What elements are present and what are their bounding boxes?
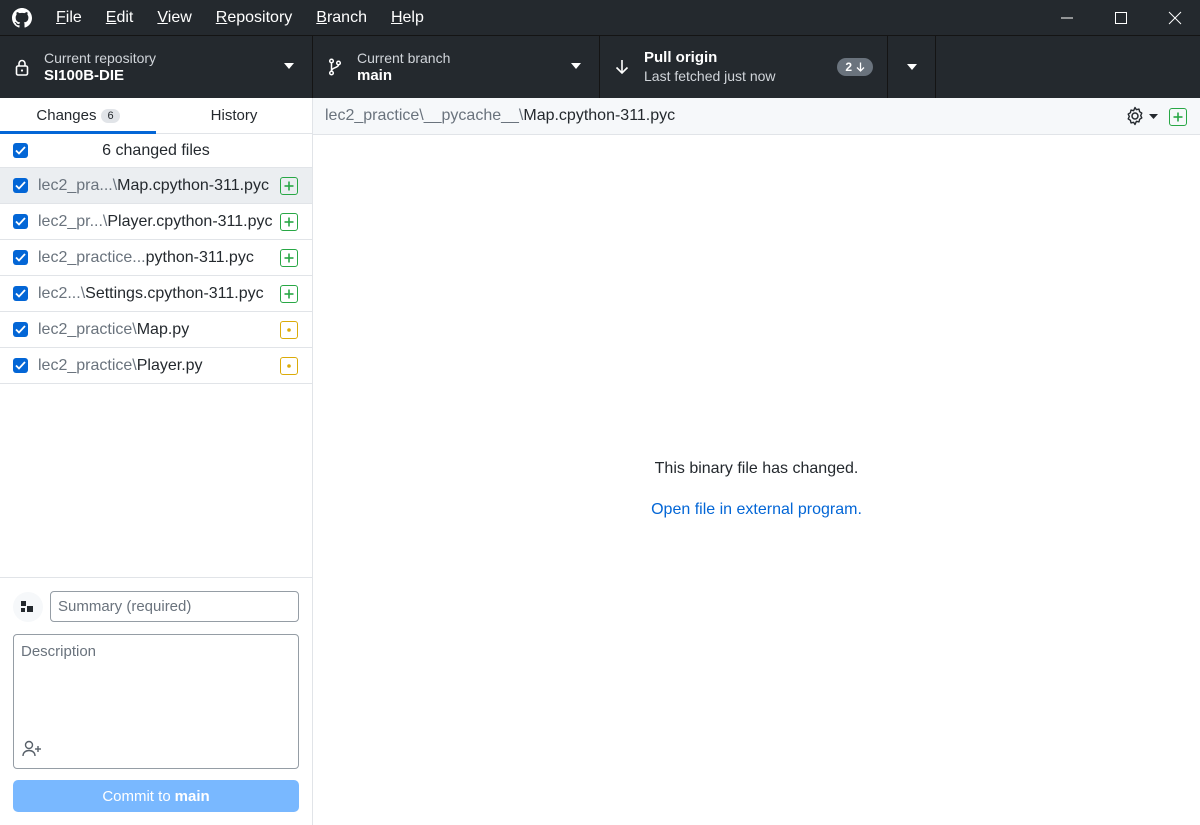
commit-button[interactable]: Commit to main (13, 780, 299, 812)
commit-description-box (13, 634, 299, 769)
file-added-icon (280, 176, 298, 195)
branch-label: Current branch (357, 50, 451, 66)
repository-label: Current repository (44, 50, 157, 66)
file-added-icon (280, 248, 298, 267)
close-button[interactable] (1150, 0, 1200, 35)
identicon-icon (21, 601, 33, 612)
checkmark-icon (15, 181, 26, 190)
commit-button-prefix: Commit to (102, 787, 171, 805)
commit-button-branch: main (174, 787, 210, 805)
file-modified-icon (280, 356, 298, 375)
file-path: lec2_pra...\Map.cpython-311.pyc (38, 176, 269, 194)
file-row[interactable]: lec2...\Settings.cpython-311.pyc (0, 276, 312, 312)
file-row[interactable]: lec2_practice...python-311.pyc (0, 240, 312, 276)
file-checkbox[interactable] (13, 286, 28, 301)
file-path: lec2_pr...\Player.cpython-311.pyc (38, 212, 273, 230)
github-logo-icon (0, 0, 44, 35)
current-branch-dropdown[interactable]: Current branch main (313, 36, 600, 98)
checkmark-icon (15, 289, 26, 298)
last-fetched-text: Last fetched just now (644, 68, 776, 84)
maximize-button[interactable] (1096, 0, 1146, 35)
menu-view[interactable]: View (145, 0, 203, 35)
file-added-icon (280, 284, 298, 303)
checkmark-icon (15, 217, 26, 226)
close-icon (1168, 11, 1182, 24)
avatar (13, 592, 43, 622)
commit-description-input[interactable] (14, 635, 298, 735)
add-coauthor-button[interactable] (20, 738, 44, 760)
caret-down-icon (1149, 113, 1158, 119)
file-row[interactable]: lec2_pr...\Player.cpython-311.pyc (0, 204, 312, 240)
file-path: lec2...\Settings.cpython-311.pyc (38, 284, 264, 302)
file-checkbox[interactable] (13, 178, 28, 193)
menu-edit[interactable]: Edit (94, 0, 146, 35)
pull-options-dropdown[interactable] (888, 36, 936, 98)
open-external-link[interactable]: Open file in external program. (313, 501, 1200, 519)
selected-file-path: lec2_practice\__pycache__\Map.cpython-31… (325, 107, 676, 124)
checkmark-icon (15, 253, 26, 262)
sidebar-tabs: Changes 6 History (0, 98, 312, 134)
diff-options-button[interactable] (1125, 106, 1158, 126)
file-path: lec2_practice\Map.py (38, 320, 190, 338)
file-added-icon (280, 212, 298, 231)
pull-origin-button[interactable]: Pull origin Last fetched just now 2 (600, 36, 888, 98)
binary-file-message: This binary file has changed. (654, 460, 859, 477)
pull-origin-label: Pull origin (644, 49, 718, 66)
repository-name: SI100B-DIE (44, 67, 125, 84)
title-bar: File Edit View Repository Branch Help (0, 0, 1200, 35)
file-checkbox[interactable] (13, 322, 28, 337)
lock-icon (0, 58, 44, 76)
file-path: lec2_practice...python-311.pyc (38, 248, 254, 266)
git-branch-icon (313, 58, 357, 76)
tab-changes-label: Changes (36, 107, 97, 124)
file-modified-icon (280, 320, 298, 339)
pull-count-badge: 2 (837, 58, 873, 76)
checkmark-icon (15, 146, 26, 155)
caret-down-icon (906, 64, 917, 70)
pull-count: 2 (845, 60, 852, 74)
arrow-down-icon (600, 59, 644, 75)
caret-down-icon (284, 63, 294, 69)
changed-files-header: 6 changed files (0, 134, 312, 168)
tab-history-label: History (210, 107, 258, 124)
checkmark-icon (15, 361, 26, 370)
menu-branch[interactable]: Branch (304, 0, 379, 35)
menu-file[interactable]: File (44, 0, 94, 35)
commit-panel: Commit to main (0, 577, 312, 825)
minimize-button[interactable] (1042, 0, 1092, 35)
gear-icon (1127, 106, 1143, 126)
sidebar: Changes 6 History 6 changed files lec2_p… (0, 98, 313, 825)
file-path: lec2_practice\Player.py (38, 356, 203, 374)
maximize-icon (1115, 11, 1127, 24)
menu-help[interactable]: Help (379, 0, 436, 35)
menu-repository[interactable]: Repository (204, 0, 304, 35)
tab-changes[interactable]: Changes 6 (0, 98, 156, 134)
checkmark-icon (15, 325, 26, 334)
commit-summary-input[interactable] (50, 591, 299, 622)
minimize-icon (1061, 17, 1073, 18)
file-row[interactable]: lec2_pra...\Map.cpython-311.pyc (0, 168, 312, 204)
file-checkbox[interactable] (13, 250, 28, 265)
branch-name: main (357, 67, 393, 84)
file-checkbox[interactable] (13, 214, 28, 229)
select-all-checkbox[interactable] (13, 143, 28, 158)
caret-down-icon (571, 63, 581, 69)
window-controls (1038, 0, 1200, 35)
toolbar: Current repository SI100B-DIE Current br… (0, 35, 1200, 98)
menu-bar: File Edit View Repository Branch Help (44, 0, 436, 35)
file-path-bar: lec2_practice\__pycache__\Map.cpython-31… (313, 98, 1200, 135)
plus-icon (1173, 112, 1183, 122)
changes-count-badge: 6 (101, 108, 120, 123)
current-repository-dropdown[interactable]: Current repository SI100B-DIE (0, 36, 313, 98)
file-checkbox[interactable] (13, 358, 28, 373)
add-person-icon (22, 740, 41, 757)
tab-history[interactable]: History (156, 98, 312, 133)
diff-view: lec2_practice\__pycache__\Map.cpython-31… (313, 98, 1200, 825)
expand-diff-button[interactable] (1169, 108, 1187, 126)
arrow-down-icon (856, 62, 865, 72)
changed-files-count: 6 changed files (102, 141, 210, 159)
file-row[interactable]: lec2_practice\Player.py (0, 348, 312, 384)
file-row[interactable]: lec2_practice\Map.py (0, 312, 312, 348)
